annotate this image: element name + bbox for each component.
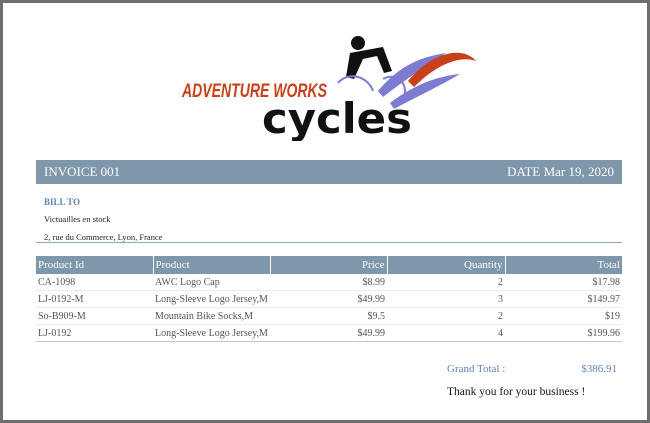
logo-text-cycles: cycles xyxy=(262,94,412,141)
invoice-number: INVOICE 001 xyxy=(44,164,121,179)
cell-product: Long-Sleeve Logo Jersey,M xyxy=(153,324,270,342)
bill-to-label: BILL TO xyxy=(44,197,80,207)
table-header-row: Product Id Product Price Quantity Total xyxy=(36,256,622,274)
cell-product: Long-Sleeve Logo Jersey,M xyxy=(153,290,270,308)
cell-quantity: 3 xyxy=(387,290,505,308)
logo-wheel-back xyxy=(337,75,374,92)
items-table: Product Id Product Price Quantity Total … xyxy=(36,256,622,342)
grand-total-label: Grand Total : xyxy=(447,363,506,375)
column-header-price: Price xyxy=(270,256,388,274)
divider xyxy=(36,242,622,243)
invoice-date: DATE Mar 19, 2020 xyxy=(507,164,614,179)
cell-product: Mountain Bike Socks,M xyxy=(153,307,270,325)
invoice-page: ADVENTURE WORKS cycles INVOICE 001 DATE … xyxy=(0,0,650,423)
thank-you-note: Thank you for your business ! xyxy=(447,386,586,398)
cell-price: $8.99 xyxy=(270,274,387,291)
logo-rider-head xyxy=(351,36,365,50)
column-header-product: Product xyxy=(153,256,271,274)
table-row: CA-1098 AWC Logo Cap $8.99 2 $17.98 xyxy=(36,274,622,291)
cell-total: $149.97 xyxy=(505,290,622,308)
table-row: LJ-0192-M Long-Sleeve Logo Jersey,M $49.… xyxy=(36,290,622,308)
cell-product-id: CA-1098 xyxy=(36,274,153,291)
grand-total-value: $386.91 xyxy=(581,363,617,375)
cell-product: AWC Logo Cap xyxy=(153,274,270,291)
logo-rider-body xyxy=(346,47,392,79)
cell-price: $49.99 xyxy=(270,324,387,342)
cell-total: $199.96 xyxy=(505,324,622,342)
cell-quantity: 4 xyxy=(387,324,505,342)
cell-total: $19 xyxy=(505,307,622,325)
cell-quantity: 2 xyxy=(387,274,505,291)
invoice-header-bar: INVOICE 001 DATE Mar 19, 2020 xyxy=(36,160,622,184)
cell-price: $9.5 xyxy=(270,307,387,325)
cell-product-id: So-B909-M xyxy=(36,307,153,325)
adventure-works-logo: ADVENTURE WORKS cycles xyxy=(181,36,476,141)
cell-product-id: LJ-0192 xyxy=(36,324,153,342)
column-header-product-id: Product Id xyxy=(36,256,154,274)
column-header-total: Total xyxy=(505,256,622,274)
cell-product-id: LJ-0192-M xyxy=(36,290,153,308)
column-header-quantity: Quantity xyxy=(387,256,506,274)
bill-to-address: 2, rue du Commerce, Lyon, France xyxy=(44,232,163,242)
cell-price: $49.99 xyxy=(270,290,387,308)
bill-to-name: Victuailles en stock xyxy=(44,214,111,224)
table-row: So-B909-M Mountain Bike Socks,M $9.5 2 $… xyxy=(36,307,622,325)
cell-total: $17.98 xyxy=(505,274,622,291)
table-row: LJ-0192 Long-Sleeve Logo Jersey,M $49.99… xyxy=(36,324,622,342)
cell-quantity: 2 xyxy=(387,307,505,325)
